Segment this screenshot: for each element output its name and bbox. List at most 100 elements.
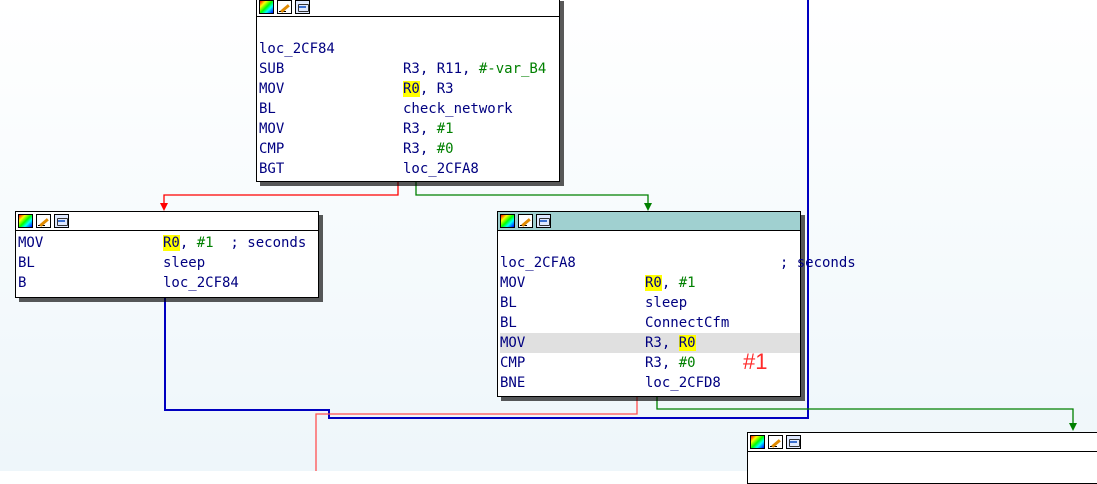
register-highlight[interactable]: R0 [403,81,420,97]
operand-text: R3, R11, [403,61,479,77]
operands: R3, #1 [403,119,454,139]
mnemonic: BL [500,295,517,311]
immediate-value: #0 [436,141,454,157]
node-titlebar [748,433,1097,452]
instruction-row[interactable] [259,19,559,39]
graph-view-icon[interactable] [786,435,801,449]
edit-pencil-icon[interactable] [36,214,51,228]
mnemonic: BL [500,315,517,331]
instruction-row[interactable]: BL sleep [500,293,800,313]
instruction-row[interactable]: MOV R0, #1 ; seconds [18,233,318,253]
mnemonic: B [18,275,27,291]
register-highlight[interactable]: R0 [163,235,180,251]
operands: sleep [645,293,687,313]
mnemonic: MOV [18,235,44,251]
edge-false-right-down [315,396,638,471]
instruction-row[interactable]: CMP R3, #0 [259,139,559,159]
color-palette-icon[interactable] [500,214,515,228]
instruction-row[interactable]: BL ConnectCfm [500,313,800,333]
operands: loc_2CFD8 [645,373,721,393]
immediate-value: #1 [436,121,454,137]
color-palette-icon[interactable] [18,214,33,228]
operand-text: loc_2CFD8 [645,375,721,391]
code-block-sleep-loop[interactable]: MOV R0, #1 ; seconds BL sleep Bloc_2CF84 [15,211,319,298]
immediate-value: #1 [678,275,696,291]
operands: R3, #0 [645,353,696,373]
instruction-row[interactable]: Bloc_2CF84 [18,273,318,293]
instruction-row[interactable]: loc_2CFA8 ; seconds [500,253,856,273]
immediate-value: #1 [196,235,214,251]
operands: loc_2CFA8 [403,159,479,179]
mnemonic: SUB [259,61,285,77]
color-palette-icon[interactable] [259,0,274,14]
comment: ; seconds [645,255,856,271]
operand-text: R3, [645,335,679,351]
instruction-row[interactable] [500,233,800,253]
node-titlebar-active [498,212,800,231]
operand-text: , [661,275,679,291]
register-highlight[interactable]: R0 [645,275,662,291]
node-titlebar [16,212,318,231]
operand-text: loc_2CFA8 [403,161,479,177]
operands: R0, #1 [645,273,696,293]
arrowhead-left-node [160,203,168,211]
node-titlebar [257,0,559,17]
graph-view-icon[interactable] [295,0,310,14]
instruction-row[interactable]: MOV R0, #1 [500,273,800,293]
operands: loc_2CF84 [163,273,239,293]
code-block-loc-2cf84[interactable]: loc_2CF84 SUB R3, R11, #-var_B4 MOV R0, R3 BL… [256,0,560,182]
graph-view-icon[interactable] [54,214,69,228]
operand-text: R3, [403,121,437,137]
comment: ; seconds [213,235,307,251]
node-body: MOV R0, #1 ; seconds BL sleep Bloc_2CF84 [16,231,318,295]
instruction-row[interactable]: MOV R3, #1 [259,119,559,139]
register-highlight[interactable]: R0 [678,335,696,351]
mnemonic: BL [18,255,35,271]
edge-true-top-to-right [415,181,649,206]
operand-text: sleep [645,295,688,311]
instruction-row[interactable]: loc_2CF84 [259,39,559,59]
mnemonic: CMP [259,141,285,157]
edit-pencil-icon[interactable] [277,0,292,14]
edit-pencil-icon[interactable] [518,214,533,228]
instruction-row[interactable]: SUB R3, R11, #-var_B4 [259,59,559,79]
mnemonic: CMP [500,355,526,371]
mnemonic: BGT [259,161,285,177]
node-body: loc_2CF84 SUB R3, R11, #-var_B4 MOV R0, R3 BL… [257,17,559,181]
operand-text: R3, [403,141,437,157]
color-palette-icon[interactable] [750,435,765,449]
edit-pencil-icon[interactable] [768,435,783,449]
instruction-row[interactable]: BNE loc_2CFD8 [500,373,800,393]
operand-text: , R3 [419,81,454,97]
operands: R0, #1 ; seconds [163,233,306,253]
mnemonic: MOV [259,121,285,137]
operands: R3, #0 [403,139,454,159]
mnemonic: BNE [500,375,526,391]
operands: R3, R0 [645,333,696,353]
instruction-row[interactable]: BL check_network [259,99,559,119]
annotation-label: #1 [743,349,768,374]
operand-text: sleep [163,255,206,271]
operands: R0, R3 [403,79,454,99]
instruction-row[interactable]: BGT loc_2CFA8 [259,159,559,179]
instruction-row[interactable]: MOV R0, R3 [259,79,559,99]
operand-text: loc_2CF84 [163,275,239,291]
mnemonic: MOV [259,81,285,97]
operands: R3, R11, #-var_B4 [403,59,546,79]
mnemonic: loc_2CFA8 [500,255,576,271]
operand-text: check_network [403,101,513,117]
graph-view-icon[interactable] [536,214,551,228]
operand-text: ConnectCfm [645,315,730,331]
edge-false-top-to-left [163,181,399,206]
operands: check_network [403,99,513,119]
arrowhead-bottom-node [1069,423,1077,431]
arrowhead-right-node [644,203,652,211]
immediate-value: #0 [678,355,696,371]
code-block-next[interactable] [747,432,1097,484]
operands: sleep [163,253,205,273]
operand-text: , [179,235,197,251]
mnemonic: BL [259,101,276,117]
instruction-row[interactable]: BL sleep [18,253,318,273]
mnemonic: MOV [500,275,526,291]
mnemonic: loc_2CF84 [259,41,335,57]
